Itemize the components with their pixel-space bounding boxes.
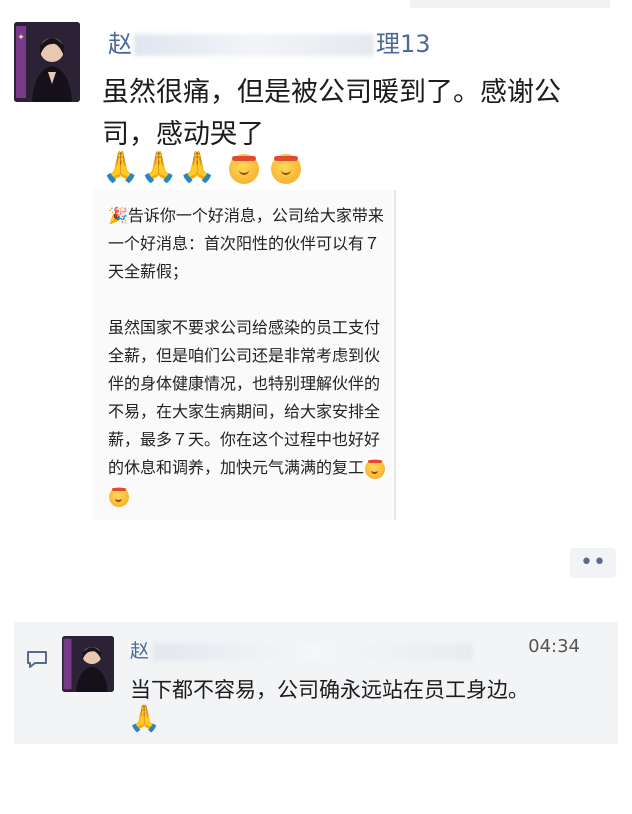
comment-icon (27, 651, 47, 668)
salute-face-icon (365, 458, 386, 479)
top-divider (410, 0, 610, 8)
comment-time: 04:34 (528, 636, 580, 657)
post-emoji-row: 🙏🙏🙏 (102, 150, 302, 186)
redacted-name (153, 642, 474, 661)
redacted-name (134, 34, 374, 56)
commenter-avatar[interactable] (62, 636, 114, 692)
comment-text: 当下都不容易，公司确永远站在员工身边。 (130, 678, 529, 702)
author-name[interactable]: 赵 理13 (108, 24, 431, 59)
commenter-name[interactable]: 赵 (130, 636, 474, 663)
more-actions-button[interactable]: •• (570, 548, 616, 578)
comment-section: 赵 04:34 当下都不容易，公司确永远站在员工身边。 🙏 (14, 622, 618, 744)
svg-text:✦: ✦ (17, 33, 25, 43)
pray-emoji-group: 🙏🙏🙏 (102, 150, 218, 185)
forwarded-message-body: 🎉告诉你一个好消息，公司给大家带来一个好消息：首次阳性的伙伴可以有７天全薪假； … (108, 206, 384, 477)
salute-face-icon (228, 153, 259, 184)
author-name-suffix: 理13 (376, 30, 431, 58)
forwarded-message-text: 🎉告诉你一个好消息，公司给大家带来一个好消息：首次阳性的伙伴可以有７天全薪假； … (108, 202, 392, 510)
salute-face-icon (271, 153, 302, 184)
post-text: 虽然很痛，但是被公司暖到了。感谢公司，感动哭了 (102, 77, 561, 150)
forwarded-message-image[interactable]: 🎉告诉你一个好消息，公司给大家带来一个好消息：首次阳性的伙伴可以有７天全薪假； … (92, 190, 396, 520)
author-name-prefix: 赵 (108, 30, 132, 58)
commenter-name-prefix: 赵 (130, 640, 150, 662)
pray-emoji: 🙏 (128, 704, 161, 734)
author-avatar[interactable]: ✦ (14, 22, 80, 102)
salute-face-icon (109, 486, 129, 507)
